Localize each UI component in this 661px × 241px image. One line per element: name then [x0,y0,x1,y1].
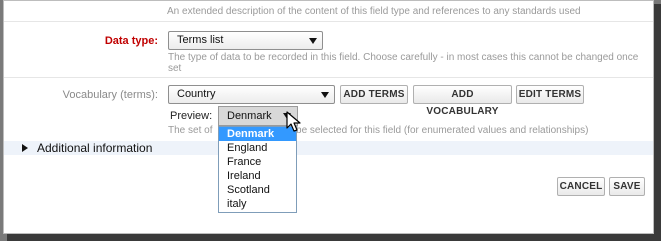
divider [4,77,653,78]
field-type-form: An extended description of the content o… [3,0,654,234]
add-terms-button[interactable]: ADD TERMS [340,85,408,104]
preview-dropdown-list[interactable]: Denmark England France Ireland Scotland … [218,126,297,213]
data-type-hint: The type of data to be recorded in this … [168,52,639,74]
vocabulary-value: Country [177,88,216,100]
dropdown-arrow-icon [309,38,317,44]
preview-value: Denmark [227,110,272,122]
divider [4,21,653,22]
window-shadow-bottom [7,234,661,241]
vocabulary-hint-end: be selected for this field (for enumerat… [296,125,589,136]
data-type-select[interactable]: Terms list [168,31,323,50]
mouse-pointer-icon [286,111,301,132]
data-type-label: Data type: [104,35,158,47]
window-shadow-right [654,4,661,237]
edit-terms-button[interactable]: EDIT TERMS [516,85,584,104]
vocabulary-label: Vocabulary (terms): [62,89,158,101]
dropdown-arrow-icon [321,92,329,98]
expand-triangle-icon [22,144,28,152]
dropdown-option-denmark[interactable]: Denmark [219,127,296,141]
additional-information-section[interactable]: Additional information [4,141,653,155]
preview-label: Preview: [170,110,213,122]
cancel-button[interactable]: CANCEL [557,177,605,196]
data-type-value: Terms list [177,34,224,46]
dropdown-option-italy[interactable]: italy [219,197,296,211]
vocabulary-hint-start: The set of [168,125,213,136]
dropdown-option-scotland[interactable]: Scotland [219,183,296,197]
add-vocabulary-button[interactable]: ADD VOCABULARY [413,85,512,117]
dropdown-option-france[interactable]: France [219,155,296,169]
save-button[interactable]: SAVE [609,177,645,196]
description-hint: An extended description of the content o… [167,6,581,17]
additional-information-label: Additional information [37,141,153,155]
dropdown-option-ireland[interactable]: Ireland [219,169,296,183]
vocabulary-select[interactable]: Country [168,85,335,104]
dropdown-option-england[interactable]: England [219,141,296,155]
